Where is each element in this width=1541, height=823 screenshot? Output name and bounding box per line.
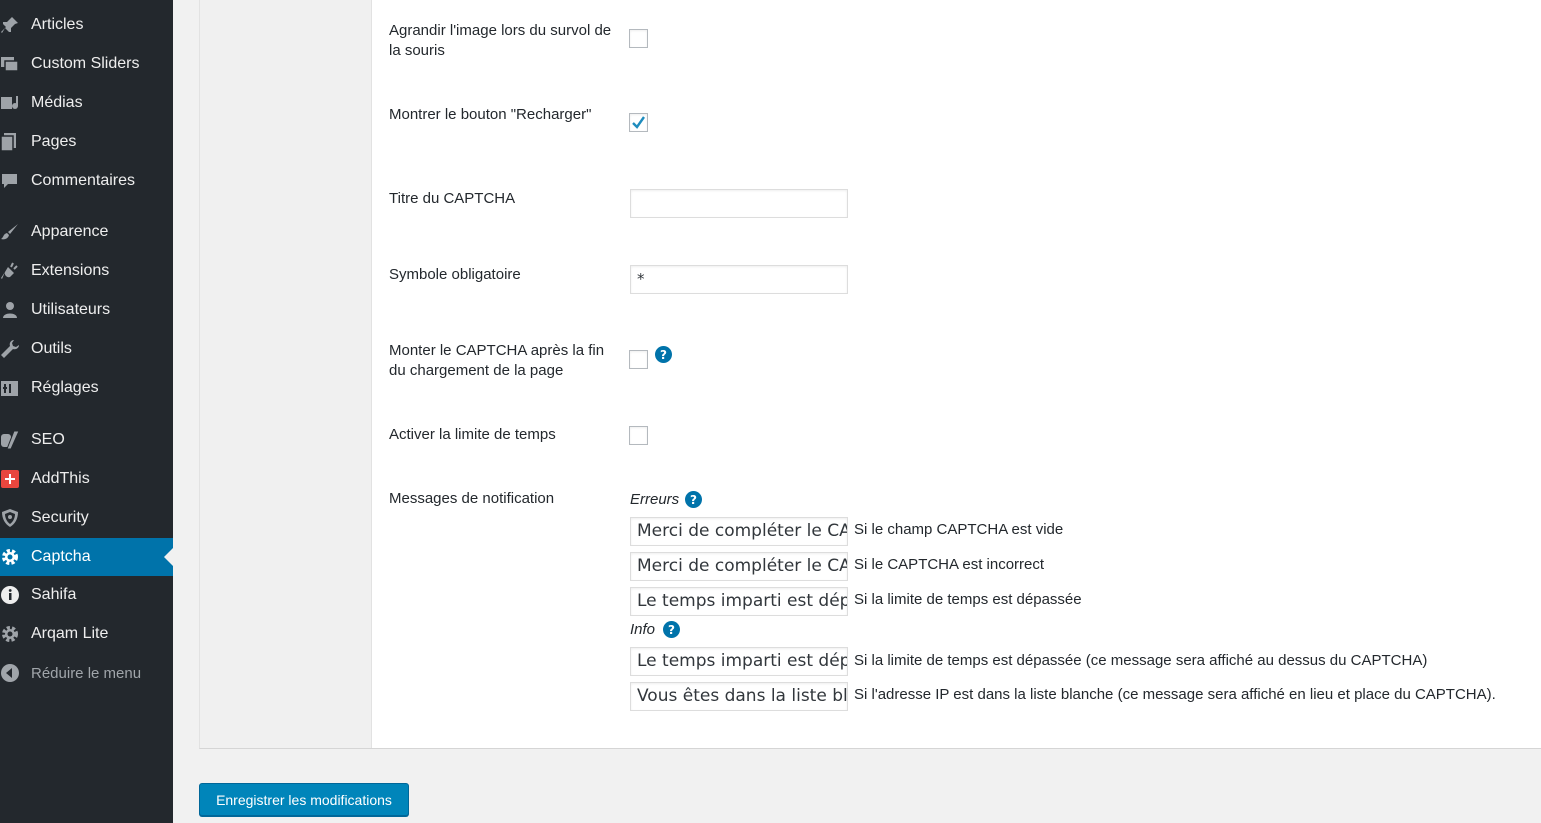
plugin-icon (0, 260, 22, 282)
info-time-limit-description: Si la limite de temps est dépassée (ce m… (854, 652, 1428, 669)
sidebar-item-arqam-lite[interactable]: Arqam Lite (0, 615, 173, 653)
notification-messages-label: Messages de notification (389, 490, 555, 507)
sidebar-item-utilisateurs[interactable]: Utilisateurs (0, 291, 173, 329)
brush-icon (0, 221, 22, 243)
enlarge-image-label: Agrandir l'image lors du survol de la so… (389, 22, 612, 59)
sidebar-item-label: Security (31, 509, 89, 526)
sidebar-item-captcha[interactable]: Captcha (0, 538, 173, 576)
required-symbol-input[interactable]: * (630, 265, 848, 294)
sidebar-item-label: Articles (31, 16, 84, 33)
sidebar-item-label: Custom Sliders (31, 55, 140, 72)
media-icon (0, 92, 22, 114)
show-after-load-label: Monter le CAPTCHA après la fin du charge… (389, 342, 605, 379)
sidebar-item-custom-sliders[interactable]: Custom Sliders (0, 45, 173, 83)
help-icon[interactable]: ? (655, 346, 672, 363)
comment-icon (0, 170, 22, 192)
shield-icon (0, 507, 22, 529)
collapse-icon (0, 662, 22, 684)
sidebar-item-label: Commentaires (31, 172, 136, 189)
gear-icon (0, 546, 22, 568)
sidebar-item-label: Réglages (31, 379, 99, 396)
info-icon (0, 584, 22, 606)
collapse-menu-button[interactable]: Réduire le menu (0, 654, 173, 692)
pages-icon (0, 131, 22, 153)
sidebar-item-label: Utilisateurs (31, 301, 111, 318)
captcha-title-label: Titre du CAPTCHA (389, 190, 516, 207)
info-whitelist-description: Si l'adresse IP est dans la liste blanch… (854, 686, 1496, 703)
sidebar-item-label: SEO (31, 431, 65, 448)
show-after-load-checkbox[interactable] (629, 350, 648, 369)
checkmark-icon (632, 116, 645, 129)
sidebar-item-label: Médias (31, 94, 83, 111)
sidebar-item-medias[interactable]: Médias (0, 84, 173, 122)
error-time-limit-description: Si la limite de temps est dépassée (854, 591, 1082, 608)
addthis-icon (0, 468, 22, 490)
sidebar-item-seo[interactable]: SEO (0, 421, 173, 459)
sidebar-item-label: Sahifa (31, 586, 77, 603)
info-time-limit-input[interactable]: Le temps imparti est dépassé. (630, 647, 848, 676)
sidebar-item-label: Captcha (31, 548, 91, 565)
save-changes-button[interactable]: Enregistrer les modifications (199, 783, 409, 816)
reload-button-checkbox[interactable] (629, 113, 648, 132)
sidebar-item-label: Outils (31, 340, 72, 357)
sidebar-item-articles[interactable]: Articles (0, 6, 173, 44)
error-empty-input[interactable]: Merci de compléter le CAPTCHA. (630, 517, 848, 546)
sidebar-item-label: AddThis (31, 470, 90, 487)
sidebar-item-apparence[interactable]: Apparence (0, 213, 173, 251)
error-incorrect-input[interactable]: Merci de compléter le CAPTCHA. (630, 552, 848, 581)
sidebar-item-label: Arqam Lite (31, 625, 109, 642)
help-icon[interactable]: ? (685, 491, 702, 508)
time-limit-label: Activer la limite de temps (389, 426, 556, 443)
sidebar-item-pages[interactable]: Pages (0, 123, 173, 161)
pin-icon (0, 14, 22, 36)
info-whitelist-input[interactable]: Vous êtes dans la liste blanche. (630, 682, 848, 711)
info-heading: Info (630, 621, 656, 638)
sidebar-item-outils[interactable]: Outils (0, 330, 173, 368)
yoast-icon (0, 429, 22, 451)
time-limit-checkbox[interactable] (629, 426, 648, 445)
sidebar-item-addthis[interactable]: AddThis (0, 460, 173, 498)
help-icon[interactable]: ? (663, 621, 680, 638)
sidebar-item-extensions[interactable]: Extensions (0, 252, 173, 290)
sidebar-item-label: Apparence (31, 223, 109, 240)
error-incorrect-description: Si le CAPTCHA est incorrect (854, 556, 1045, 573)
panel-side-strip (200, 0, 372, 748)
user-icon (0, 299, 22, 321)
error-empty-description: Si le champ CAPTCHA est vide (854, 521, 1064, 538)
sliders-icon (0, 53, 22, 75)
errors-heading: Erreurs (630, 491, 680, 508)
required-symbol-label: Symbole obligatoire (389, 266, 521, 283)
sidebar-item-reglages[interactable]: Réglages (0, 369, 173, 407)
sidebar-item-security[interactable]: Security (0, 499, 173, 537)
gear-icon (0, 623, 22, 645)
admin-sidebar: Articles Custom Sliders Médias Pages Com… (0, 0, 173, 823)
sidebar-item-label: Réduire le menu (31, 664, 142, 682)
sidebar-item-commentaires[interactable]: Commentaires (0, 162, 173, 200)
reload-button-label: Montrer le bouton "Recharger" (389, 106, 592, 123)
error-time-limit-input[interactable]: Le temps imparti est dépassé. (630, 587, 848, 616)
captcha-title-input[interactable] (630, 189, 848, 218)
enlarge-image-checkbox[interactable] (629, 29, 648, 48)
settings-icon (0, 377, 22, 399)
wrench-icon (0, 338, 22, 360)
sidebar-item-sahifa[interactable]: Sahifa (0, 576, 173, 614)
sidebar-item-label: Extensions (31, 262, 110, 279)
sidebar-item-label: Pages (31, 133, 77, 150)
